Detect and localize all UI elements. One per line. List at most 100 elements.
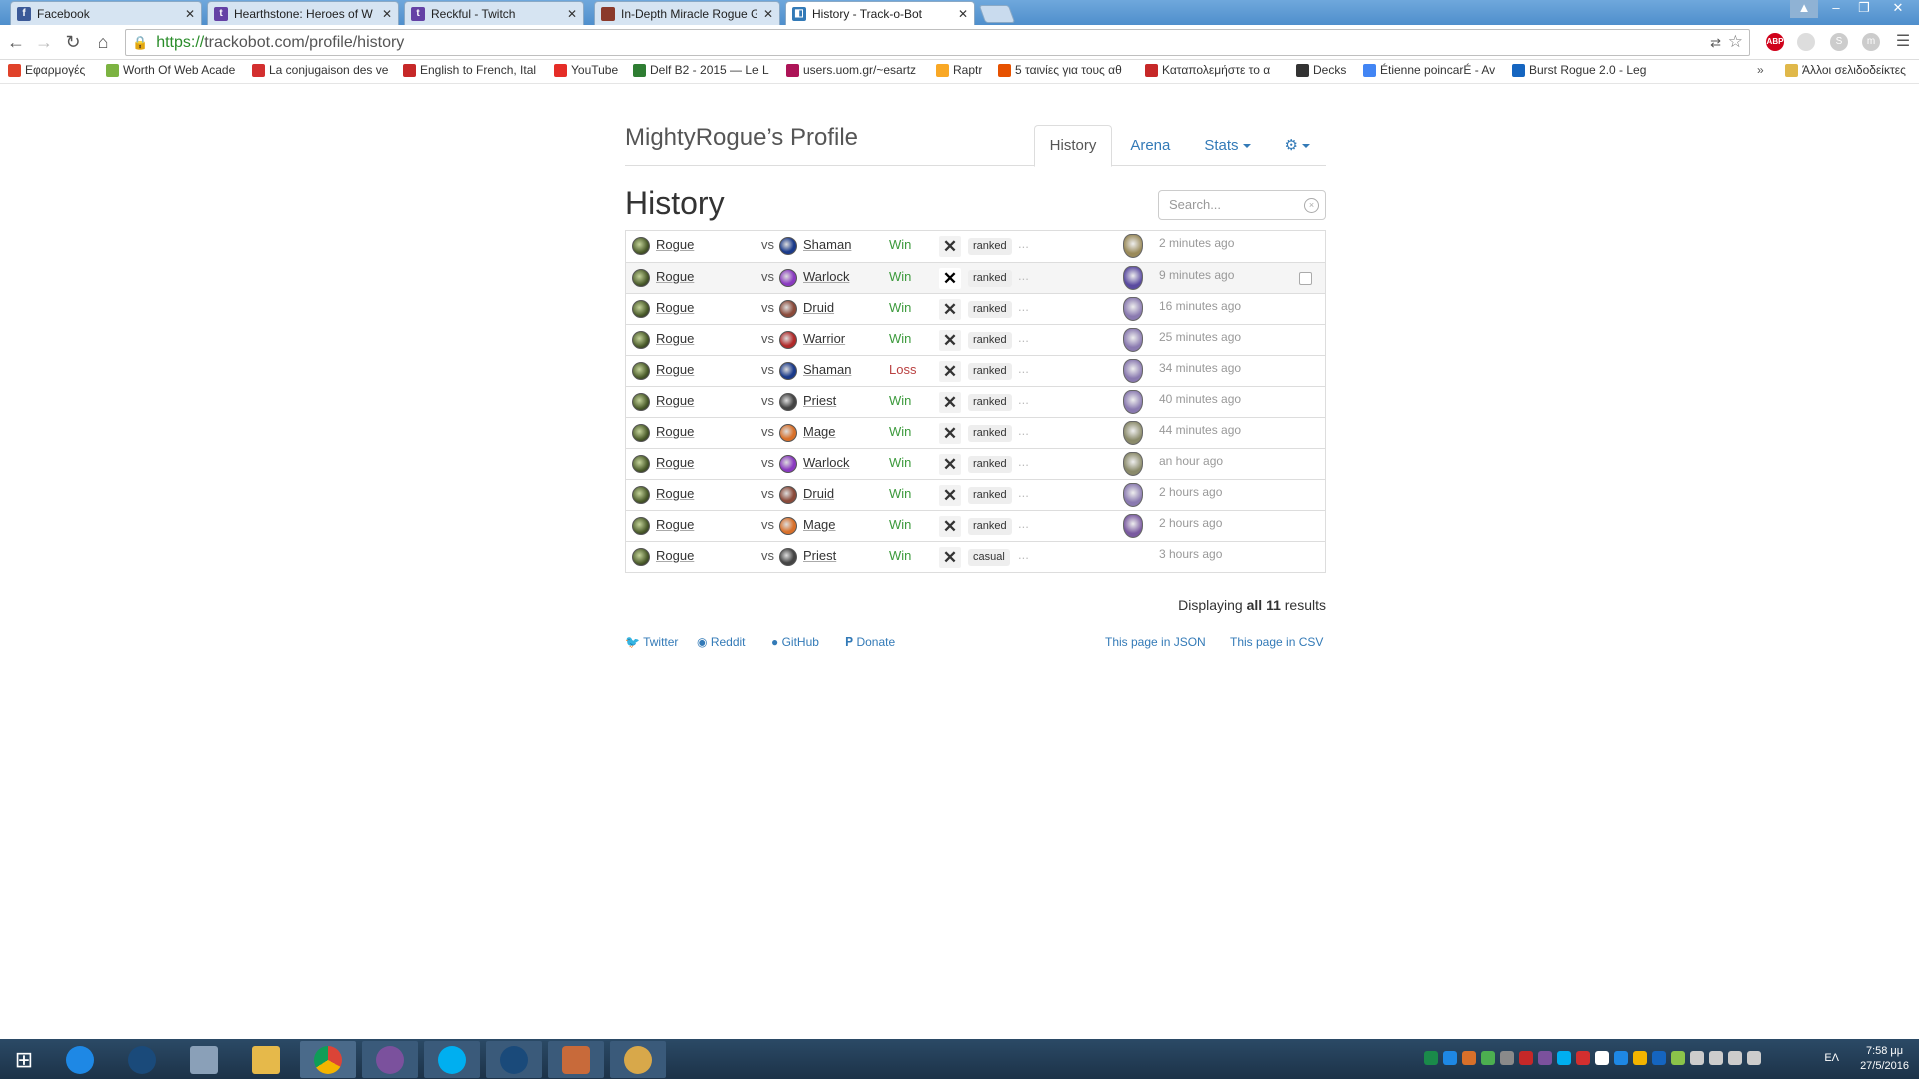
minimize-button[interactable]: – — [1822, 0, 1850, 18]
opponent-link[interactable]: Mage — [803, 517, 836, 532]
tray-icon[interactable] — [1595, 1051, 1609, 1065]
opponent-link[interactable]: Priest — [803, 393, 836, 408]
taskbar-ie[interactable] — [52, 1041, 108, 1078]
reload-icon[interactable]: ↻ — [62, 31, 84, 53]
adblock-icon[interactable]: ABP — [1766, 33, 1784, 51]
opponent-link[interactable]: Warrior — [803, 331, 845, 346]
tray-icon[interactable] — [1519, 1051, 1533, 1065]
deck-unassigned-icon[interactable]: ✕ — [939, 299, 961, 320]
hero-link[interactable]: Rogue — [656, 300, 694, 315]
tray-icon[interactable] — [1614, 1051, 1628, 1065]
opponent-link[interactable]: Druid — [803, 300, 834, 315]
deck-unassigned-icon[interactable]: ✕ — [939, 330, 961, 351]
deck-unassigned-icon[interactable]: ✕ — [939, 268, 961, 289]
table-row[interactable]: Rogue vs Warlock Win ✕ ranked... 9 minutes ago — [626, 262, 1325, 293]
bookmark-item[interactable]: Worth Of Web Acade — [106, 63, 235, 77]
bookmark-item[interactable]: Raptr — [936, 63, 982, 77]
table-row[interactable]: Rogue vs Mage Win ✕ ranked... 2 hours ago — [626, 510, 1325, 541]
tray-icon[interactable] — [1538, 1051, 1552, 1065]
bookmark-item[interactable]: Delf B2 - 2015 — Le L — [633, 63, 769, 77]
user-profile-icon[interactable]: ▲ — [1790, 0, 1818, 18]
hero-link[interactable]: Rogue — [656, 424, 694, 439]
table-row[interactable]: Rogue vs Mage Win ✕ ranked... 44 minutes ago — [626, 417, 1325, 448]
more-dots[interactable]: ... — [1018, 454, 1029, 469]
browser-tab[interactable]: In-Depth Miracle Rogue G ✕ — [594, 1, 780, 25]
browser-tab[interactable]: t Hearthstone: Heroes of W ✕ — [207, 1, 399, 25]
tray-icon[interactable] — [1443, 1051, 1457, 1065]
tray-icon[interactable] — [1747, 1051, 1761, 1065]
table-row[interactable]: Rogue vs Priest Win ✕ ranked... 40 minutes ago — [626, 386, 1325, 417]
twitter-link[interactable]: 🐦 Twitter — [625, 635, 678, 649]
forward-icon[interactable]: → — [33, 31, 55, 53]
tray-icon[interactable] — [1633, 1051, 1647, 1065]
deck-unassigned-icon[interactable]: ✕ — [939, 423, 961, 444]
tray-icon[interactable] — [1462, 1051, 1476, 1065]
bookmark-item[interactable]: Καταπολεμήστε το α — [1145, 63, 1270, 77]
table-row[interactable]: Rogue vs Shaman Loss ✕ ranked... 34 minutes ag… — [626, 355, 1325, 386]
close-tab-icon[interactable]: ✕ — [763, 7, 773, 21]
restore-button[interactable]: ❐ — [1850, 0, 1878, 18]
deck-unassigned-icon[interactable]: ✕ — [939, 454, 961, 475]
hero-link[interactable]: Rogue — [656, 517, 694, 532]
taskbar-calculator[interactable] — [176, 1041, 232, 1078]
hero-link[interactable]: Rogue — [656, 269, 694, 284]
more-dots[interactable]: ... — [1018, 299, 1029, 314]
more-dots[interactable]: ... — [1018, 485, 1029, 500]
taskbar-skype[interactable] — [424, 1041, 480, 1078]
table-row[interactable]: Rogue vs Priest Win ✕ casual... 3 hours ago — [626, 541, 1325, 572]
skype-extension-icon[interactable]: S — [1830, 33, 1848, 51]
clock[interactable]: 7:58 μμ 27/5/2016 — [1860, 1044, 1909, 1074]
table-row[interactable]: Rogue vs Warlock Win ✕ ranked... an hour ago — [626, 448, 1325, 479]
home-icon[interactable]: ⌂ — [92, 31, 114, 53]
other-bookmarks-folder[interactable]: Άλλοι σελιδοδείκτες — [1785, 63, 1906, 77]
taskbar-battlenet-2[interactable] — [486, 1041, 542, 1078]
opponent-link[interactable]: Warlock — [803, 269, 849, 284]
hero-link[interactable]: Rogue — [656, 548, 694, 563]
github-link[interactable]: ● GitHub — [771, 635, 819, 649]
taskbar-chrome[interactable] — [300, 1041, 356, 1078]
close-window-button[interactable]: ✕ — [1880, 0, 1916, 18]
opponent-link[interactable]: Shaman — [803, 237, 851, 252]
start-button[interactable]: ⊞ — [0, 1041, 48, 1078]
new-tab-button[interactable] — [978, 5, 1016, 23]
close-tab-icon[interactable]: ✕ — [567, 7, 577, 21]
more-dots[interactable]: ... — [1018, 330, 1029, 345]
tray-icon[interactable] — [1481, 1051, 1495, 1065]
hero-link[interactable]: Rogue — [656, 486, 694, 501]
opponent-link[interactable]: Warlock — [803, 455, 849, 470]
json-link[interactable]: This page in JSON — [1105, 635, 1206, 649]
deck-unassigned-icon[interactable]: ✕ — [939, 516, 961, 537]
tray-icon[interactable] — [1576, 1051, 1590, 1065]
bookmark-item[interactable]: 5 ταινίες για τους αθ — [998, 63, 1122, 77]
back-icon[interactable]: ← — [5, 31, 27, 53]
tray-icon[interactable] — [1557, 1051, 1571, 1065]
tab-stats[interactable]: Stats — [1188, 125, 1266, 167]
bookmark-item[interactable]: users.uom.gr/~esartz — [786, 63, 916, 77]
tray-icon[interactable] — [1690, 1051, 1704, 1065]
reddit-link[interactable]: ◉ Reddit — [697, 635, 746, 649]
tray-icon[interactable] — [1728, 1051, 1742, 1065]
address-bar[interactable]: 🔒 https://trackobot.com/profile/history … — [125, 29, 1750, 56]
more-dots[interactable]: ... — [1018, 516, 1029, 531]
table-row[interactable]: Rogue vs Warrior Win ✕ ranked... 25 minutes ag… — [626, 324, 1325, 355]
menu-icon[interactable]: ☰ — [1892, 31, 1914, 53]
more-bookmarks-button[interactable]: » — [1757, 63, 1764, 77]
table-row[interactable]: Rogue vs Druid Win ✕ ranked... 2 hours ago — [626, 479, 1325, 510]
taskbar-viber[interactable] — [362, 1041, 418, 1078]
table-row[interactable]: Rogue vs Druid Win ✕ ranked... 16 minutes ago — [626, 293, 1325, 324]
translate-icon[interactable]: ⇄ — [1710, 35, 1721, 51]
more-dots[interactable]: ... — [1018, 236, 1029, 251]
table-row[interactable]: Rogue vs Shaman Win ✕ ranked... 2 minutes ago — [626, 231, 1325, 262]
row-checkbox[interactable] — [1299, 272, 1312, 285]
hero-link[interactable]: Rogue — [656, 331, 694, 346]
browser-tab[interactable]: f Facebook ✕ — [10, 1, 202, 25]
opponent-link[interactable]: Druid — [803, 486, 834, 501]
hero-link[interactable]: Rogue — [656, 237, 694, 252]
taskbar-trackobot[interactable] — [548, 1041, 604, 1078]
more-dots[interactable]: ... — [1018, 268, 1029, 283]
deck-unassigned-icon[interactable]: ✕ — [939, 485, 961, 506]
opponent-link[interactable]: Shaman — [803, 362, 851, 377]
tab-arena[interactable]: Arena — [1114, 125, 1186, 167]
hero-link[interactable]: Rogue — [656, 393, 694, 408]
close-tab-icon[interactable]: ✕ — [958, 7, 968, 21]
